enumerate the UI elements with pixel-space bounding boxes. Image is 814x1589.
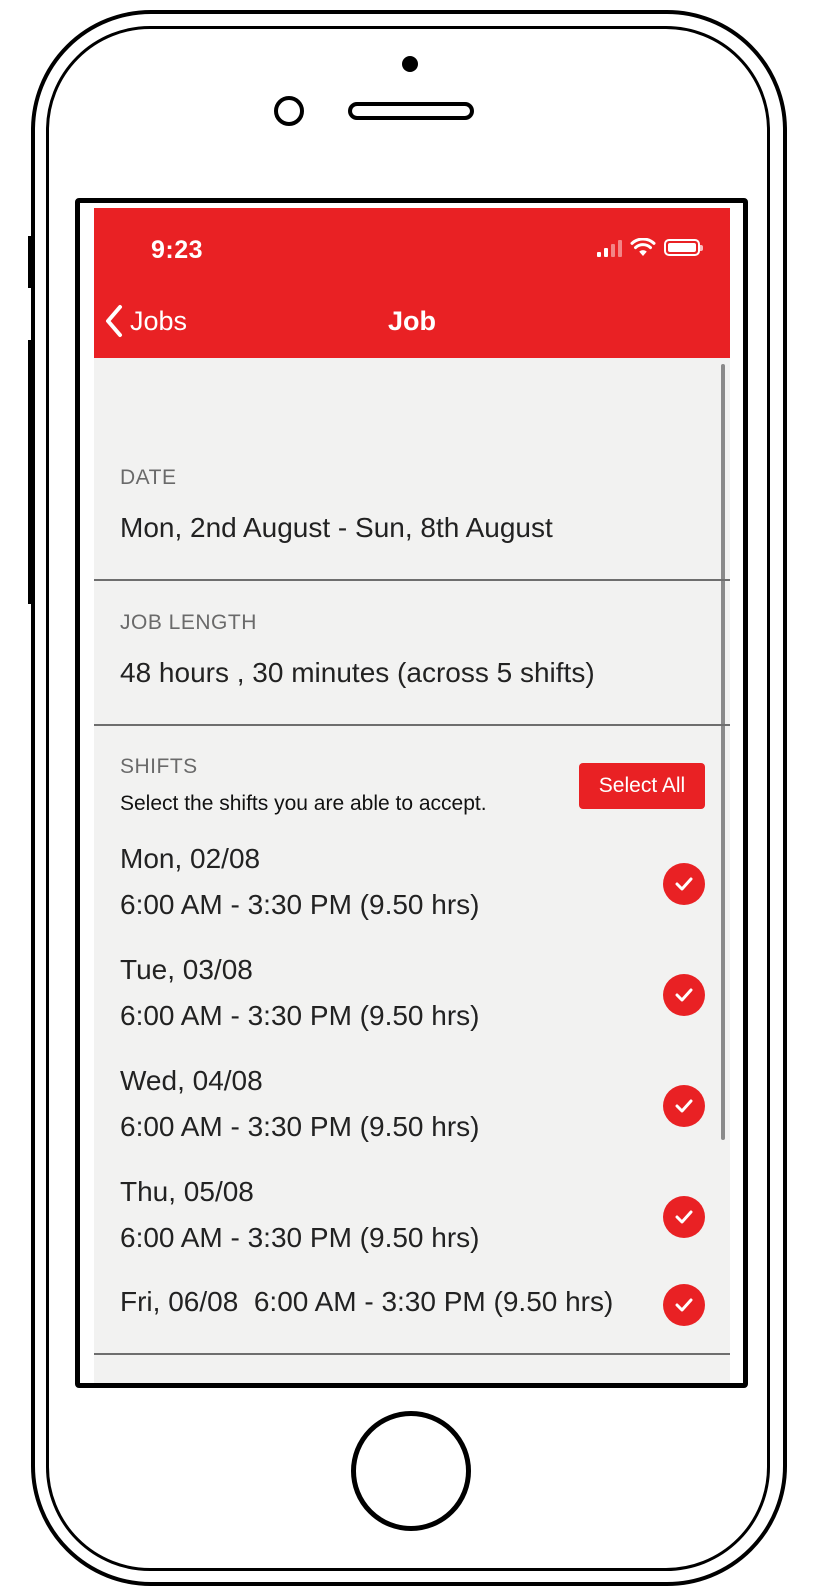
status-time: 9:23	[151, 236, 204, 264]
shift-time: 6:00 AM - 3:30 PM (9.50 hrs)	[120, 889, 480, 920]
volume-button	[28, 340, 32, 604]
app-screen: 9:23 Jobs Job DATE Mon, 2nd August - Sun…	[94, 208, 730, 1383]
shift-time: 6:00 AM - 3:30 PM (9.50 hrs)	[120, 1222, 480, 1253]
shift-row-fri[interactable]: Fri, 06/08 6:00 AM - 3:30 PM (9.50 hrs)	[120, 1284, 705, 1330]
date-label: DATE	[120, 466, 177, 489]
shift-row-tue[interactable]: Tue, 03/08 6:00 AM - 3:30 PM (9.50 hrs)	[120, 954, 705, 1044]
shift-time: 6:00 AM - 3:30 PM (9.50 hrs)	[120, 1111, 480, 1142]
camera-icon	[402, 56, 418, 72]
shift-checkbox[interactable]	[663, 974, 705, 1016]
battery-icon	[664, 239, 703, 256]
section-divider	[94, 1353, 730, 1355]
cellular-signal-icon	[597, 239, 622, 257]
checkmark-icon	[675, 1210, 693, 1224]
shift-day: Mon, 02/08	[120, 843, 261, 874]
screen-frame: 9:23 Jobs Job DATE Mon, 2nd August - Sun…	[75, 198, 748, 1388]
shifts-helper-text: Select the shifts you are able to accept…	[120, 792, 487, 815]
date-section: DATE Mon, 2nd August - Sun, 8th August	[94, 358, 730, 581]
page-title: Job	[387, 306, 436, 336]
date-value: Mon, 2nd August - Sun, 8th August	[120, 512, 553, 543]
wifi-icon	[630, 238, 656, 256]
shift-row-mon[interactable]: Mon, 02/08 6:00 AM - 3:30 PM (9.50 hrs)	[120, 843, 705, 933]
checkmark-icon	[675, 1298, 693, 1312]
shift-checkbox[interactable]	[663, 863, 705, 905]
checkmark-icon	[675, 877, 693, 891]
job-length-value: 48 hours , 30 minutes (across 5 shifts)	[120, 657, 595, 688]
select-all-button[interactable]: Select All	[579, 763, 705, 809]
shift-checkbox[interactable]	[663, 1284, 705, 1326]
shift-day-text: Fri, 06/08	[120, 1286, 239, 1317]
shift-day: Wed, 04/08	[120, 1065, 263, 1096]
shift-time: 6:00 AM - 3:30 PM (9.50 hrs)	[253, 1286, 614, 1317]
status-icons	[597, 238, 703, 257]
speaker-grille	[348, 102, 474, 120]
job-length-label: JOB LENGTH	[120, 611, 257, 634]
navigation-header: 9:23 Jobs Job	[94, 208, 730, 358]
shift-row-thu[interactable]: Thu, 05/08 6:00 AM - 3:30 PM (9.50 hrs)	[120, 1176, 705, 1266]
checkmark-icon	[675, 988, 693, 1002]
shift-row-wed[interactable]: Wed, 04/08 6:00 AM - 3:30 PM (9.50 hrs)	[120, 1065, 705, 1155]
shift-day: Tue, 03/08	[120, 954, 253, 985]
shift-checkbox[interactable]	[663, 1196, 705, 1238]
shift-day: Thu, 05/08	[120, 1176, 254, 1207]
home-button[interactable]	[351, 1411, 471, 1531]
sensor-icon	[274, 96, 304, 126]
checkmark-icon	[675, 1099, 693, 1113]
job-length-section: JOB LENGTH 48 hours , 30 minutes (across…	[94, 581, 730, 726]
shift-checkbox[interactable]	[663, 1085, 705, 1127]
shifts-label: SHIFTS	[120, 755, 198, 778]
shift-time: 6:00 AM - 3:30 PM (9.50 hrs)	[120, 1000, 480, 1031]
shift-day: Fri, 06/08 6:00 AM - 3:30 PM (9.50 hrs)	[120, 1286, 613, 1318]
mute-switch	[28, 236, 32, 288]
